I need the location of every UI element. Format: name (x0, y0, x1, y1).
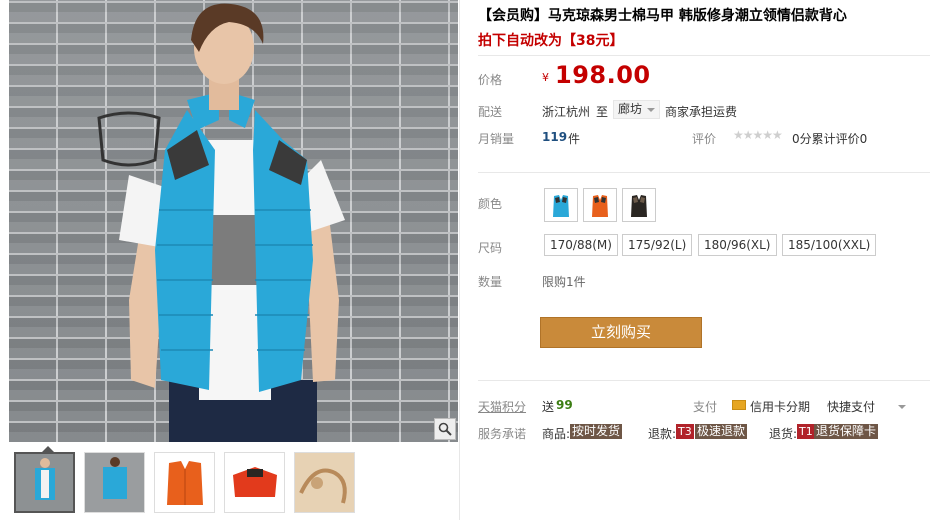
product-title: 【会员购】马克琼森男士棉马甲 韩版修身潮立领情侣款背心 (478, 8, 847, 24)
quantity-label: 数量 (478, 275, 503, 289)
on-time-delivery-badge[interactable]: 按时发货 (570, 424, 623, 439)
thumbnail-orange-vest[interactable] (154, 452, 215, 513)
sales-label: 月销量 (478, 132, 515, 146)
sales-unit: 件 (568, 132, 581, 146)
rating-summary-link[interactable]: 0分累计评价0 (792, 130, 867, 147)
thumbnail-blue-front[interactable] (14, 452, 75, 513)
service-refund-label: 退款: (648, 427, 677, 441)
black-vest-icon (631, 195, 647, 217)
credit-card-icon (732, 400, 746, 410)
buy-now-button[interactable]: 立刻购买 (540, 317, 702, 348)
divider (478, 55, 930, 56)
shipping-label: 配送 (478, 105, 503, 119)
payment-label: 支付 (693, 400, 718, 414)
rating-label: 评价 (692, 132, 717, 146)
column-divider (459, 0, 460, 520)
fast-refund-badge[interactable]: 极速退款 (695, 424, 748, 439)
destination-select[interactable]: 廊坊 (613, 100, 661, 119)
shipping-origin: 浙江杭州 (542, 105, 591, 119)
orange-vest-icon (592, 195, 608, 217)
divider (478, 172, 930, 173)
color-option-black[interactable] (622, 188, 656, 222)
size-option[interactable]: 175/92(L) (622, 234, 693, 256)
tmall-points-link[interactable]: 天猫积分 (478, 398, 526, 415)
destination-value: 廊坊 (618, 102, 643, 116)
magnifier-icon (438, 422, 452, 436)
size-option[interactable]: 180/96(XL) (698, 234, 777, 256)
refund-code-badge: T3 (676, 424, 694, 439)
color-option-blue[interactable] (544, 188, 578, 222)
rating-stars-icon: ★★★★★ (733, 128, 783, 142)
thumbnail-blue-back[interactable] (84, 452, 145, 513)
service-return-label: 退货: (769, 427, 798, 441)
quick-pay-link[interactable]: 快捷支付 (827, 398, 875, 415)
shipping-fee-note: 商家承担运费 (665, 105, 738, 119)
blue-vest-icon (553, 195, 569, 217)
color-label: 颜色 (478, 197, 503, 211)
points-value: 99 (556, 398, 573, 412)
price-value: 198.00 (555, 61, 651, 89)
quantity-limit: 限购1件 (542, 275, 586, 289)
credit-installment-link[interactable]: 信用卡分期 (750, 398, 810, 415)
price-label: 价格 (478, 73, 503, 87)
price-currency: ¥ (542, 71, 549, 84)
size-label: 尺码 (478, 241, 503, 255)
return-code-badge: T1 (797, 424, 815, 439)
model-wearing-vest-image (97, 3, 345, 442)
service-label: 服务承诺 (478, 427, 527, 441)
points-prefix: 送 (542, 400, 555, 414)
return-guarantee-badge[interactable]: 退货保障卡 (814, 424, 879, 439)
thumbnail-fabric-pattern[interactable] (294, 452, 355, 513)
promo-text: 拍下自动改为【38元】 (478, 33, 624, 49)
main-product-photo[interactable] (9, 0, 458, 442)
size-option[interactable]: 185/100(XXL) (782, 234, 877, 256)
thumbnail-strip (14, 452, 355, 513)
sales-count: 119 (542, 130, 568, 144)
zoom-button[interactable] (434, 418, 456, 440)
shipping-to: 至 (596, 105, 609, 119)
size-option[interactable]: 170/88(M) (544, 234, 618, 256)
chevron-down-icon (647, 108, 656, 112)
thumbnail-orange-detail[interactable] (224, 452, 285, 513)
payment-expand-chevron-icon[interactable] (898, 405, 906, 409)
color-option-orange[interactable] (583, 188, 617, 222)
divider (478, 380, 930, 381)
service-goods-label: 商品: (542, 427, 571, 441)
